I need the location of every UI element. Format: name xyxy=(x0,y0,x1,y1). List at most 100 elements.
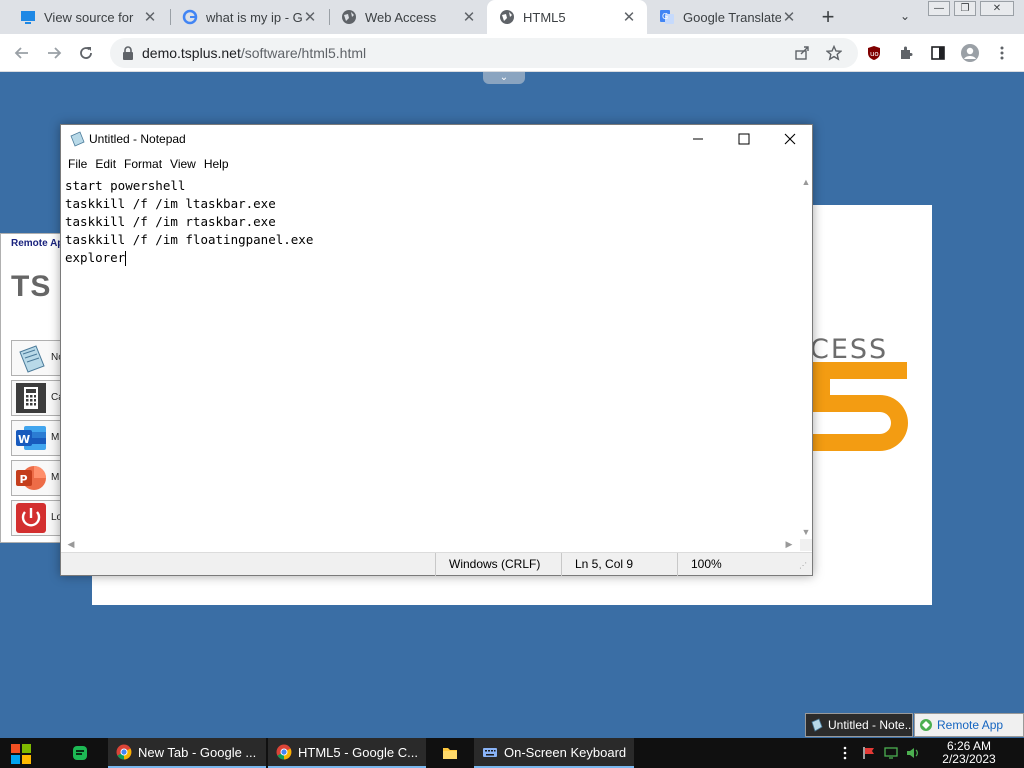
restore-button[interactable]: ❐ xyxy=(954,1,976,16)
remote-task-remote-app[interactable]: Remote App xyxy=(914,713,1024,737)
menu-edit[interactable]: Edit xyxy=(94,157,123,171)
menu-icon[interactable] xyxy=(990,41,1014,65)
chrome-icon xyxy=(276,744,292,760)
tab-label: Web Access xyxy=(365,9,437,25)
status-line-ending: Windows (CRLF) xyxy=(435,553,561,576)
powerpoint-icon: P xyxy=(16,466,46,490)
close-icon[interactable]: ✕ xyxy=(621,8,637,26)
google-icon xyxy=(182,9,198,25)
svg-text:W: W xyxy=(18,433,30,446)
overflow-menu-icon[interactable] xyxy=(838,746,852,760)
minimize-button[interactable] xyxy=(675,125,721,153)
extensions-icon[interactable] xyxy=(894,41,918,65)
menu-help[interactable]: Help xyxy=(203,157,236,171)
chrome-icon xyxy=(116,744,132,760)
horizontal-scrollbar[interactable]: ◀ ▶ xyxy=(61,539,800,551)
remote-app-title: Remote Ap xyxy=(11,238,64,249)
session-pull-tab[interactable]: ⌄ xyxy=(483,72,525,84)
tab-web-access[interactable]: Web Access ✕ xyxy=(329,0,487,34)
tab-what-is-my-ip[interactable]: what is my ip - G ✕ xyxy=(170,0,328,34)
windows-start-icon[interactable] xyxy=(10,743,32,765)
side-panel-icon[interactable] xyxy=(926,41,950,65)
clock-date: 2/23/2023 xyxy=(942,752,996,766)
taskbar-new-tab-chrome[interactable]: New Tab - Google ... xyxy=(108,738,266,768)
remote-app-panel: Remote Ap TS No Ca W Mi P Mi Po Lo xyxy=(0,233,64,543)
close-icon[interactable]: ✕ xyxy=(461,8,477,26)
vertical-scrollbar[interactable]: ▲ ▼ xyxy=(800,175,812,539)
tab-label: HTML5 xyxy=(523,9,566,25)
url-path: /software/html5.html xyxy=(240,45,367,61)
close-icon[interactable]: ✕ xyxy=(302,8,318,26)
remote-desktop-area[interactable]: ⌄ CESS Remote Ap TS No Ca W Mi P Mi Po L… xyxy=(0,72,1024,738)
taskbar-html5-chrome[interactable]: HTML5 - Google C... xyxy=(268,738,426,768)
notepad-window[interactable]: Untitled - Notepad File Edit Format View… xyxy=(60,124,813,576)
remote-app-word[interactable]: W Mi xyxy=(11,420,63,456)
notepad-titlebar[interactable]: Untitled - Notepad xyxy=(61,125,812,153)
new-tab-button[interactable]: + xyxy=(816,4,840,30)
browser-toolbar: demo.tsplus.net/software/html5.html uo xyxy=(0,34,1024,72)
close-icon[interactable]: ✕ xyxy=(142,8,158,26)
remote-app-notepad[interactable]: No xyxy=(11,340,63,376)
tab-label: what is my ip - G xyxy=(206,9,302,25)
notepad-menubar: File Edit Format View Help xyxy=(61,153,812,175)
browser-tab-strip: View source for ✕ what is my ip - G ✕ We… xyxy=(0,0,1024,34)
remote-task-notepad[interactable]: Untitled - Note... xyxy=(805,713,913,737)
remote-task-label: Untitled - Note... xyxy=(828,718,913,732)
address-bar[interactable]: demo.tsplus.net/software/html5.html xyxy=(110,38,858,68)
text-caret xyxy=(125,251,127,266)
close-window-button[interactable]: ✕ xyxy=(980,1,1014,16)
scroll-left-icon[interactable]: ◀ xyxy=(65,539,77,550)
calculator-icon xyxy=(16,383,46,413)
notepad-text-area[interactable]: start powershell taskkill /f /im ltaskba… xyxy=(61,175,800,539)
windows-taskbar: New Tab - Google ... HTML5 - Google C...… xyxy=(0,738,1024,768)
tab-view-source[interactable]: View source for ✕ xyxy=(8,0,168,34)
remote-app-icon xyxy=(920,719,932,731)
notepad-icon xyxy=(70,131,85,147)
scroll-down-icon[interactable]: ▼ xyxy=(800,527,812,537)
minimize-button[interactable]: — xyxy=(928,1,950,16)
taskbar-app-label: New Tab - Google ... xyxy=(138,744,257,760)
notepad-icon xyxy=(811,718,823,732)
taskbar-app-label: On-Screen Keyboard xyxy=(504,744,627,760)
menu-file[interactable]: File xyxy=(67,157,94,171)
globe-icon xyxy=(342,10,356,24)
taskbar-on-screen-keyboard[interactable]: On-Screen Keyboard xyxy=(474,738,634,768)
remote-app-powerpoint[interactable]: P Mi Po xyxy=(11,460,63,496)
network-icon[interactable] xyxy=(884,746,898,760)
profile-icon[interactable] xyxy=(958,41,982,65)
taskbar-file-explorer[interactable] xyxy=(434,738,468,768)
notepad-title: Untitled - Notepad xyxy=(89,132,186,146)
translate-icon: G xyxy=(660,10,674,24)
svg-text:G: G xyxy=(662,12,668,21)
keyboard-icon xyxy=(483,748,497,757)
reload-icon[interactable] xyxy=(74,41,98,65)
taskbar-app-label: HTML5 - Google C... xyxy=(298,744,418,760)
forward-icon[interactable] xyxy=(42,41,66,65)
lock-icon[interactable] xyxy=(122,46,134,60)
notepad-text-content: start powershell taskkill /f /im ltaskba… xyxy=(65,178,314,265)
tab-html5[interactable]: HTML5 ✕ xyxy=(487,0,647,34)
system-clock[interactable]: 6:26 AM 2/23/2023 xyxy=(936,740,1002,766)
star-icon[interactable] xyxy=(822,41,846,65)
flag-icon[interactable] xyxy=(862,746,876,760)
menu-format[interactable]: Format xyxy=(123,157,169,171)
close-button[interactable] xyxy=(767,125,813,153)
menu-view[interactable]: View xyxy=(169,157,203,171)
tab-search-icon[interactable]: ⌄ xyxy=(895,6,915,26)
globe-icon xyxy=(500,10,514,24)
remote-app-calculator[interactable]: Ca xyxy=(11,380,63,416)
resize-grip-icon[interactable]: ⋰ xyxy=(799,561,809,573)
back-icon[interactable] xyxy=(10,41,34,65)
remote-app-logoff[interactable]: Lo xyxy=(11,500,63,536)
svg-text:uo: uo xyxy=(870,50,879,58)
scroll-up-icon[interactable]: ▲ xyxy=(800,177,812,187)
notepad-statusbar: Windows (CRLF) Ln 5, Col 9 100% ⋰ xyxy=(61,552,812,576)
volume-icon[interactable] xyxy=(906,746,920,760)
chat-icon[interactable] xyxy=(72,745,88,761)
share-icon[interactable] xyxy=(790,41,814,65)
maximize-button[interactable] xyxy=(721,125,767,153)
scroll-right-icon[interactable]: ▶ xyxy=(783,539,795,550)
ublock-icon[interactable]: uo xyxy=(862,41,886,65)
tab-google-translate[interactable]: G Google Translate ✕ xyxy=(647,0,807,34)
close-icon[interactable]: ✕ xyxy=(781,8,797,26)
